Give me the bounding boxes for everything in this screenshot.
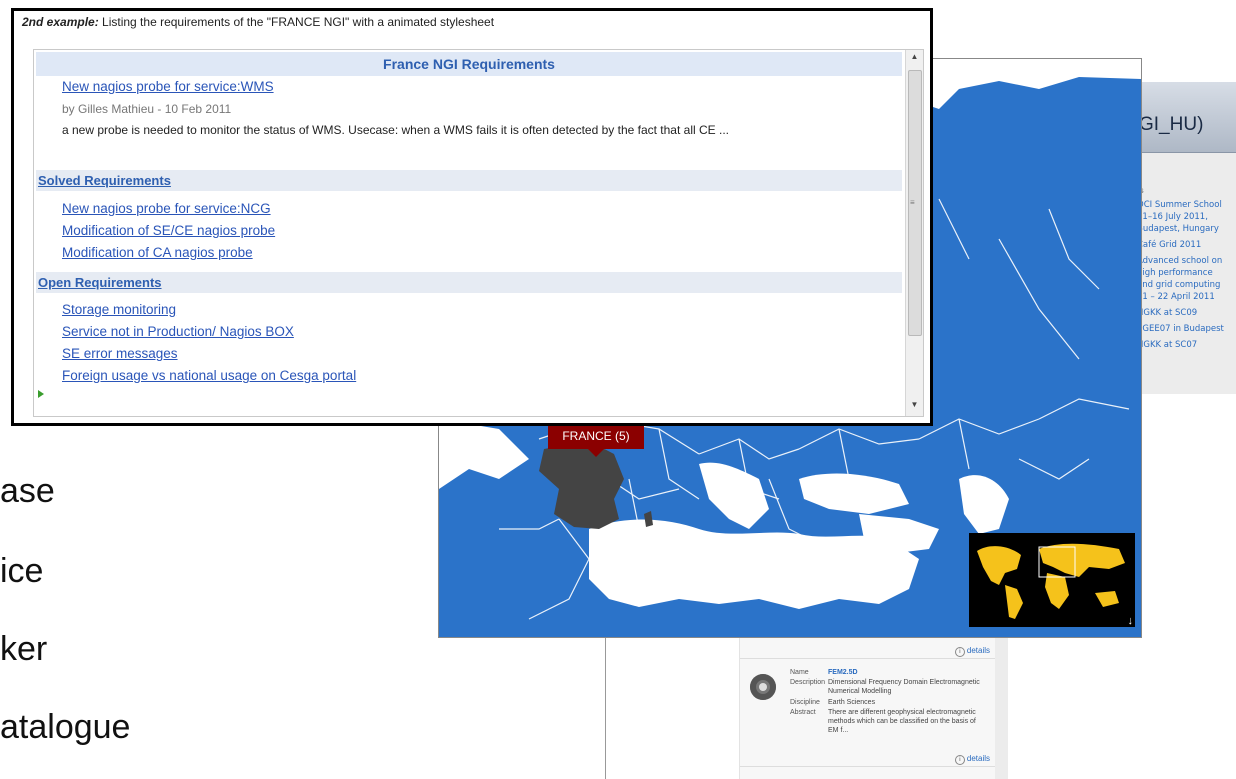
solved-requirements-link[interactable]: Solved Requirements xyxy=(38,173,171,188)
world-minimap[interactable]: ↓ xyxy=(969,533,1135,627)
catalogue-panel: i details Name FEM2.5D Description Dimensio… xyxy=(605,630,1008,779)
solved-requirement-link[interactable]: Modification of CA nagios probe xyxy=(62,245,253,260)
featured-requirement-link[interactable]: New nagios probe for service:WMS xyxy=(62,79,274,94)
info-icon: i xyxy=(954,647,965,657)
country-tooltip: FRANCE (5) xyxy=(548,423,644,457)
requirements-window: 2nd example: Listing the requirements of… xyxy=(11,8,933,426)
card-discipline-row: Discipline Earth Sciences xyxy=(790,699,876,706)
news-item[interactable]: Advanced school on xyxy=(1137,256,1222,266)
news-item[interactable]: high performance xyxy=(1137,268,1213,278)
solved-requirement-link[interactable]: Modification of SE/CE nagios probe xyxy=(62,223,275,238)
requirements-frame: France NGI Requirements New nagios probe… xyxy=(33,49,924,417)
news-item[interactable]: 11–16 July 2011, xyxy=(1137,212,1208,222)
requirements-scrollbar[interactable]: ▲ ≡ ▼ xyxy=(905,50,923,416)
slide-bullet-1: ase xyxy=(0,472,55,510)
news-item[interactable]: 11 – 22 April 2011 xyxy=(1137,292,1215,302)
play-arrow-icon xyxy=(38,390,44,398)
news-header-title: GI_HU) xyxy=(1139,114,1204,135)
card-name-row: Name FEM2.5D xyxy=(790,668,858,677)
solved-requirement-link[interactable]: New nagios probe for service:NCG xyxy=(62,201,271,216)
grip-icon: ≡ xyxy=(910,198,915,207)
info-icon: i xyxy=(954,755,965,765)
news-item[interactable]: NGKK at SC07 xyxy=(1137,340,1197,350)
scroll-down-icon[interactable]: ▼ xyxy=(906,400,923,414)
open-requirements-link[interactable]: Open Requirements xyxy=(38,275,162,290)
featured-byline: by Gilles Mathieu - 10 Feb 2011 xyxy=(62,102,232,116)
slide-bullet-2: ice xyxy=(0,552,44,590)
card-description-row: Description Dimensional Frequency Domain … xyxy=(790,679,980,695)
news-item[interactable]: Budapest, Hungary xyxy=(1137,224,1219,234)
open-requirement-link[interactable]: Storage monitoring xyxy=(62,302,176,317)
featured-description: a new probe is needed to monitor the sta… xyxy=(62,123,729,137)
requirements-header: France NGI Requirements xyxy=(36,52,902,76)
open-requirement-link[interactable]: Service not in Production/ Nagios BOX xyxy=(62,324,294,339)
catalogue-scrollbar[interactable] xyxy=(995,630,1008,779)
news-item[interactable]: OCI Summer School xyxy=(1137,200,1222,210)
scroll-up-icon[interactable]: ▲ xyxy=(906,52,923,66)
divider xyxy=(740,658,996,659)
news-item[interactable]: Café Grid 2011 xyxy=(1137,240,1201,250)
card-abstract-row: Abstract There are different geophysical … xyxy=(790,709,976,734)
catalogue-list: i details Name FEM2.5D Description Dimensio… xyxy=(739,630,997,779)
application-card: Name FEM2.5D Description Dimensional Frequ… xyxy=(746,664,990,750)
news-item[interactable]: and grid computing xyxy=(1137,280,1220,290)
news-item[interactable]: EGEE07 in Budapest xyxy=(1137,324,1224,334)
arrow-down-icon[interactable]: ↓ xyxy=(1128,615,1134,627)
details-link-top[interactable]: i details xyxy=(954,646,990,657)
news-item[interactable]: NGKK at SC09 xyxy=(1137,308,1197,318)
details-link-bottom[interactable]: i details xyxy=(954,754,990,765)
world-overview-map xyxy=(977,543,1125,619)
open-section-bar: Open Requirements xyxy=(36,272,902,293)
gear-icon xyxy=(750,674,776,700)
open-requirement-link[interactable]: Foreign usage vs national usage on Cesga… xyxy=(62,368,356,383)
open-requirement-link[interactable]: SE error messages xyxy=(62,346,178,361)
solved-section-bar: Solved Requirements xyxy=(36,170,902,191)
slide-bullet-4: atalogue xyxy=(0,708,131,746)
slide-bullet-3: ker xyxy=(0,630,48,668)
divider xyxy=(740,766,996,767)
application-name-link[interactable]: FEM2.5D xyxy=(828,668,988,677)
window-caption: 2nd example: Listing the requirements of… xyxy=(22,15,495,29)
